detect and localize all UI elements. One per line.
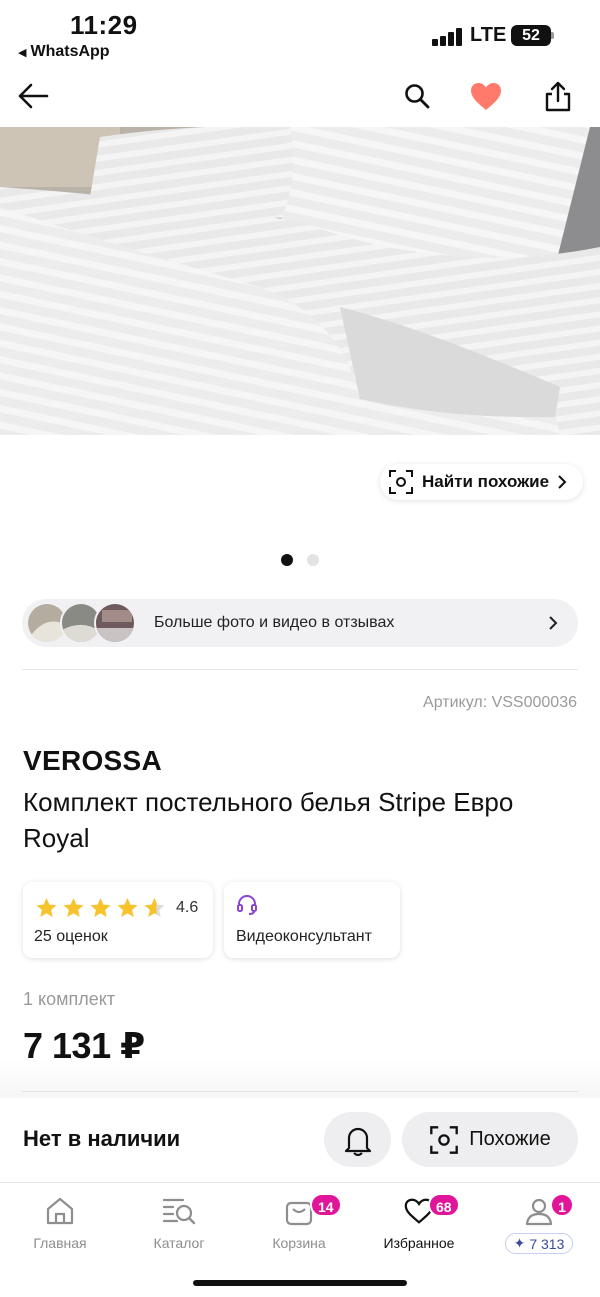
back-to-app-link[interactable]: ◀ WhatsApp	[18, 43, 110, 61]
battery-tip	[551, 32, 554, 39]
review-thumb-3	[94, 602, 136, 644]
image-pagination	[281, 554, 319, 566]
star-icon	[90, 898, 111, 917]
catalog-search-icon	[162, 1198, 196, 1225]
rating-stars	[34, 896, 167, 920]
tab-home-label: Главная	[33, 1235, 87, 1251]
star-icon	[63, 898, 84, 917]
half-star-icon	[144, 898, 165, 917]
scan-icon	[430, 1125, 459, 1154]
favorite-heart-icon[interactable]	[466, 76, 506, 116]
signal-icon	[432, 28, 464, 46]
home-icon	[46, 1197, 74, 1225]
divider	[22, 669, 578, 670]
reviews-count: 25 оценок	[34, 928, 108, 945]
clock: 11:29	[70, 10, 138, 40]
tab-home[interactable]: Главная	[5, 1191, 115, 1251]
tab-profile[interactable]: ✦ 7 313 1	[484, 1191, 594, 1254]
battery-icon: 52	[511, 25, 551, 46]
similar-button[interactable]: Похожие	[402, 1112, 578, 1167]
share-icon[interactable]	[538, 76, 578, 116]
action-bar: Нет в наличии Похожие	[0, 1098, 600, 1182]
tab-cart-label: Корзина	[272, 1235, 326, 1251]
network-label: LTE	[470, 24, 507, 46]
points-value: 7 313	[529, 1235, 565, 1252]
reviews-media-label: Больше фото и видео в отзывах	[154, 614, 395, 631]
tab-catalog[interactable]: Каталог	[124, 1191, 234, 1251]
cart-badge: 14	[310, 1193, 342, 1217]
sparkle-icon: ✦	[513, 1235, 526, 1251]
star-icon	[117, 898, 138, 917]
video-consultant-card[interactable]: Видеоконсультант	[224, 882, 400, 958]
search-icon[interactable]	[397, 76, 437, 116]
tab-cart[interactable]: Корзина 14	[244, 1191, 354, 1251]
article-number: Артикул: VSS000036	[423, 694, 577, 711]
divider	[22, 1091, 578, 1092]
find-similar-label: Найти похожие	[422, 472, 550, 491]
product-image[interactable]	[0, 127, 600, 435]
rating-card[interactable]: 4.6 25 оценок	[23, 882, 213, 958]
video-consultant-label: Видеоконсультант	[236, 928, 372, 945]
chevron-right-icon	[549, 616, 558, 630]
scan-icon	[389, 470, 413, 494]
notify-button[interactable]	[324, 1112, 391, 1167]
product-title: Комплект постельного белья Stripe Евро R…	[23, 787, 514, 853]
headset-icon	[237, 895, 257, 915]
tab-favorites[interactable]: Избранное 68	[364, 1191, 474, 1251]
rating-value: 4.6	[176, 899, 199, 916]
status-bar: 11:29 ◀ WhatsApp LTE 52	[0, 0, 600, 70]
profile-badge: 1	[550, 1193, 574, 1217]
tab-catalog-label: Каталог	[153, 1235, 205, 1251]
home-indicator	[193, 1280, 407, 1286]
bell-icon	[344, 1127, 371, 1156]
favorites-badge: 68	[428, 1193, 460, 1217]
brand-name[interactable]: VEROSSA	[23, 745, 162, 777]
unit-label: 1 комплект	[23, 989, 116, 1009]
star-icon	[36, 898, 57, 917]
similar-label: Похожие	[469, 1128, 551, 1150]
back-triangle-icon: ◀	[18, 47, 27, 59]
points-badge: ✦ 7 313	[504, 1233, 574, 1254]
reviews-media-link[interactable]: Больше фото и видео в отзывах	[22, 599, 578, 647]
scroll-fade	[0, 1060, 600, 1100]
back-app-label: WhatsApp	[30, 43, 110, 60]
pagination-dot-2[interactable]	[307, 554, 319, 566]
find-similar-button[interactable]: Найти похожие	[380, 464, 584, 500]
chevron-right-icon	[558, 475, 567, 489]
tab-favorites-label: Избранное	[383, 1235, 455, 1251]
pagination-dot-1[interactable]	[281, 554, 293, 566]
back-arrow-icon[interactable]	[13, 76, 53, 116]
stock-status: Нет в наличии	[23, 1126, 181, 1151]
